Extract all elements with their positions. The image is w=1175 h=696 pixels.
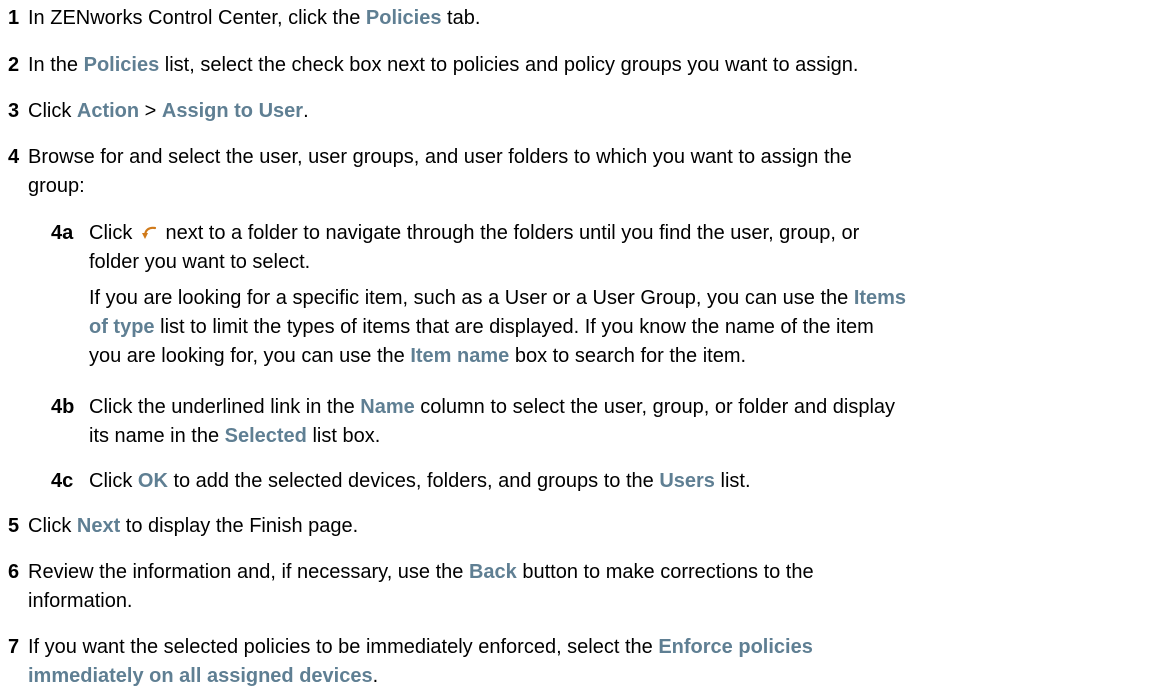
step-number: 6 <box>8 561 20 583</box>
ui-term-policies-list: Policies <box>83 54 160 76</box>
ui-term-back: Back <box>468 561 517 583</box>
text: . <box>303 100 309 122</box>
text: Click <box>28 100 77 122</box>
text: > <box>139 100 162 122</box>
ui-term-enforce-policies: Enforce policies <box>658 636 813 658</box>
step-text: If you want the selected policies to be … <box>28 633 1163 691</box>
ui-term-ok: OK <box>137 470 168 492</box>
text: group: <box>28 175 85 197</box>
step-number: 4c <box>51 470 74 492</box>
text: list. <box>714 470 751 492</box>
text: In ZENworks Control Center, click the <box>28 7 366 29</box>
ui-term-items-of-type: Items <box>853 287 907 309</box>
text: list box. <box>306 425 381 447</box>
text: If you are looking for a specific item, … <box>89 287 854 309</box>
step-text: Click OK to add the selected devices, fo… <box>89 467 1169 496</box>
text: list to limit the types of items that ar… <box>154 316 874 338</box>
ui-term-selected: Selected <box>224 425 307 447</box>
document-page: 1 In ZENworks Control Center, click the … <box>0 0 1175 696</box>
ui-term-policies-tab: Policies <box>365 7 442 29</box>
step-text: In ZENworks Control Center, click the Po… <box>28 4 1163 33</box>
text: its name in the <box>89 425 225 447</box>
step-text: Review the information and, if necessary… <box>28 558 1163 616</box>
ui-term-items-of-type-cont: of type <box>89 316 155 338</box>
step-text: Click the underlined link in the Name co… <box>89 393 1169 451</box>
step-number: 1 <box>8 7 20 29</box>
text: Click the underlined link in the <box>89 396 361 418</box>
step-number: 2 <box>8 54 20 76</box>
text: next to a folder to navigate through the… <box>159 222 860 244</box>
step-number: 4a <box>51 222 74 244</box>
text: Browse for and select the user, user gro… <box>28 146 852 168</box>
text: If you want the selected policies to be … <box>28 636 659 658</box>
ui-term-item-name: Item name <box>410 345 510 367</box>
text: to add the selected devices, folders, an… <box>167 470 660 492</box>
step-text: Click Action > Assign to User. <box>28 97 1163 126</box>
step-text: Click next to a folder to navigate throu… <box>89 219 1169 277</box>
text: folder you want to select. <box>89 251 311 273</box>
text: column to select the user, group, or fol… <box>414 396 896 418</box>
text: Review the information and, if necessary… <box>28 561 469 583</box>
step-number: 3 <box>8 100 20 122</box>
text: In the <box>28 54 84 76</box>
text: tab. <box>441 7 481 29</box>
text: . <box>372 665 379 687</box>
step-text: Click Next to display the Finish page. <box>28 512 1163 541</box>
step-number: 4 <box>8 146 20 168</box>
navigate-folder-arrow-icon <box>140 222 158 240</box>
step-number: 4b <box>51 396 75 418</box>
text: button to make corrections to the <box>516 561 814 583</box>
step-number: 5 <box>8 515 20 537</box>
ui-term-next: Next <box>76 515 121 537</box>
text: box to search for the item. <box>509 345 747 367</box>
text: list, select the check box next to polic… <box>159 54 859 76</box>
text: Click <box>89 222 138 244</box>
step-number: 7 <box>8 636 20 658</box>
step-text: In the Policies list, select the check b… <box>28 51 1163 80</box>
ui-term-enforce-policies-cont: immediately on all assigned devices <box>28 665 373 687</box>
text: Click <box>89 470 138 492</box>
ui-term-name-column: Name <box>360 396 415 418</box>
ui-term-assign-to-user: Assign to User <box>161 100 304 122</box>
step-text: Browse for and select the user, user gro… <box>28 143 1163 201</box>
ui-term-users: Users <box>659 470 715 492</box>
text: you are looking for, you can use the <box>89 345 411 367</box>
ui-term-action: Action <box>76 100 140 122</box>
text: to display the Finish page. <box>120 515 359 537</box>
text: Click <box>28 515 77 537</box>
text: information. <box>28 590 133 612</box>
step-4a-note: If you are looking for a specific item, … <box>89 284 1169 371</box>
